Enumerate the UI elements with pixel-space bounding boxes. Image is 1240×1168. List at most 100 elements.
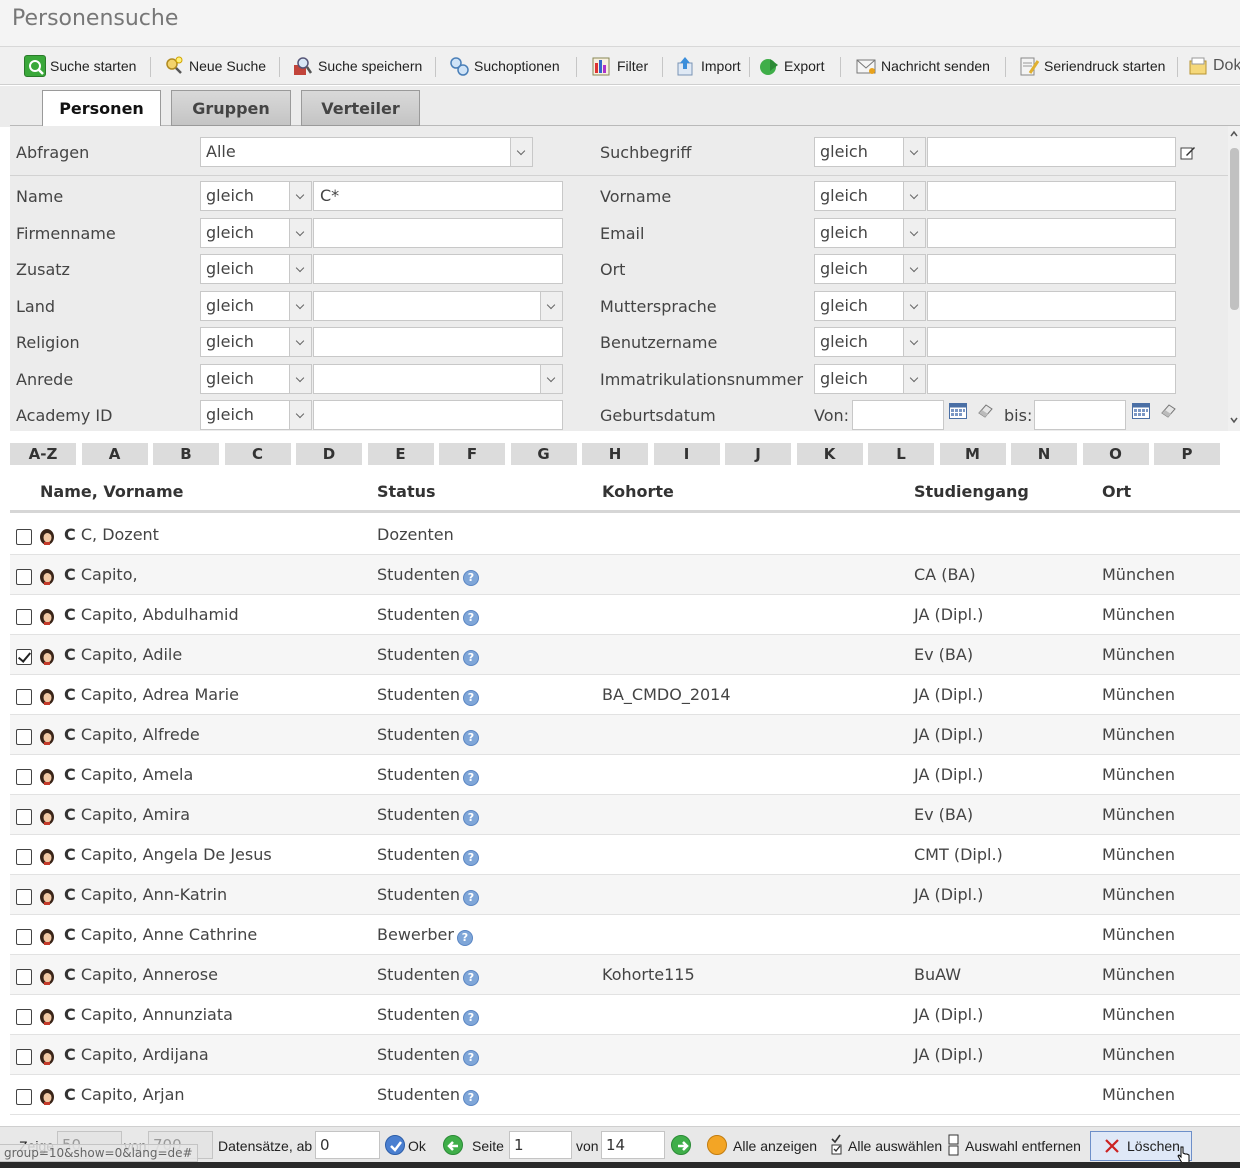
table-row[interactable]: C C, Dozent Dozenten <box>10 515 1240 555</box>
row-checkbox[interactable] <box>16 969 32 985</box>
tab-gruppen[interactable]: Gruppen <box>171 90 291 126</box>
city-op-select[interactable]: gleich <box>814 254 926 284</box>
table-row[interactable]: C Capito, Arjan Studenten? München <box>10 1075 1240 1115</box>
help-icon[interactable]: ? <box>462 690 479 706</box>
matriculation-op-select[interactable]: gleich <box>814 364 926 394</box>
username-op-select[interactable]: gleich <box>814 327 926 357</box>
row-checkbox[interactable] <box>16 609 32 625</box>
city-input[interactable] <box>927 254 1176 284</box>
cell-name[interactable]: C Capito, Amela <box>64 765 193 784</box>
help-icon[interactable]: ? <box>462 650 479 666</box>
import-button[interactable]: Import <box>675 53 741 79</box>
column-header-name[interactable]: Name, Vorname <box>40 482 183 501</box>
birthdate-to-input[interactable] <box>1034 400 1126 430</box>
start-record-input[interactable]: 0 <box>315 1131 380 1159</box>
cell-name[interactable]: C C, Dozent <box>64 525 159 544</box>
alphabet-letter[interactable]: G <box>510 443 577 465</box>
row-checkbox[interactable] <box>16 689 32 705</box>
help-icon[interactable]: ? <box>462 610 479 626</box>
salutation-select[interactable] <box>313 364 563 394</box>
table-row[interactable]: C Capito, Annunziata Studenten? JA (Dipl.)… <box>10 995 1240 1035</box>
column-header-status[interactable]: Status <box>377 482 436 501</box>
alphabet-letter[interactable]: D <box>296 443 362 465</box>
table-row[interactable]: C Capito, Adile Studenten? Ev (BA) München <box>10 635 1240 675</box>
eraser-icon[interactable] <box>1159 402 1177 418</box>
page-input[interactable]: 1 <box>509 1131 572 1159</box>
alphabet-letter[interactable]: F <box>439 443 505 465</box>
table-row[interactable]: C Capito, Studenten? CA (BA) München <box>10 555 1240 595</box>
matriculation-input[interactable] <box>927 364 1176 394</box>
alphabet-letter[interactable]: H <box>582 443 648 465</box>
checkbox-none-icon[interactable] <box>947 1133 961 1157</box>
search-start-button[interactable]: Suche starten <box>24 53 136 79</box>
help-icon[interactable]: ? <box>462 1090 479 1106</box>
help-icon[interactable]: ? <box>462 850 479 866</box>
company-op-select[interactable]: gleich <box>200 218 312 248</box>
email-input[interactable] <box>927 218 1176 248</box>
alphabet-letter[interactable]: L <box>868 443 934 465</box>
email-op-select[interactable]: gleich <box>814 218 926 248</box>
help-icon[interactable]: ? <box>462 890 479 906</box>
row-checkbox[interactable] <box>16 1009 32 1025</box>
religion-input[interactable] <box>313 327 563 357</box>
ok-check-icon[interactable] <box>385 1135 405 1155</box>
cell-name[interactable]: C Capito, Amira <box>64 805 190 824</box>
name-input[interactable]: C* <box>313 181 563 211</box>
row-checkbox[interactable] <box>16 849 32 865</box>
username-input[interactable] <box>927 327 1176 357</box>
search-term-op-select[interactable]: gleich <box>814 137 926 167</box>
prev-page-icon[interactable] <box>443 1135 463 1155</box>
table-row[interactable]: C Capito, Ardijana Studenten? JA (Dipl.) Mü… <box>10 1035 1240 1075</box>
mother-tongue-input[interactable] <box>927 291 1176 321</box>
queries-select[interactable]: Alle <box>200 137 533 167</box>
alphabet-letter[interactable]: C <box>224 443 291 465</box>
cell-name[interactable]: C Capito, Adrea Marie <box>64 685 239 704</box>
show-all-icon[interactable] <box>707 1135 727 1155</box>
country-op-select[interactable]: gleich <box>200 291 312 321</box>
help-icon[interactable]: ? <box>462 810 479 826</box>
table-row[interactable]: C Capito, Adrea Marie Studenten? BA_CMDO_2… <box>10 675 1240 715</box>
row-checkbox[interactable] <box>16 529 32 545</box>
mother-tongue-op-select[interactable]: gleich <box>814 291 926 321</box>
addition-input[interactable] <box>313 254 563 284</box>
table-row[interactable]: C Capito, Alfrede Studenten? JA (Dipl.) Mün… <box>10 715 1240 755</box>
cell-name[interactable]: C Capito, Abdulhamid <box>64 605 239 624</box>
academy-id-input[interactable] <box>313 400 563 430</box>
ok-button[interactable]: Ok <box>408 1138 426 1154</box>
row-checkbox[interactable] <box>16 889 32 905</box>
alphabet-letter[interactable]: M <box>939 443 1006 465</box>
firstname-op-select[interactable]: gleich <box>814 181 926 211</box>
cell-name[interactable]: C Capito, Angela De Jesus <box>64 845 272 864</box>
cell-name[interactable]: C Capito, Adile <box>64 645 182 664</box>
search-options-button[interactable]: Suchoptionen <box>448 53 560 79</box>
table-row[interactable]: C Capito, Ann-Katrin Studenten? JA (Dipl.)… <box>10 875 1240 915</box>
tab-personen[interactable]: Personen <box>42 90 161 127</box>
help-icon[interactable]: ? <box>462 570 479 586</box>
help-icon[interactable]: ? <box>462 770 479 786</box>
calendar-icon[interactable] <box>949 403 967 419</box>
export-button[interactable]: Export <box>758 53 824 79</box>
alphabet-letter[interactable]: J <box>725 443 791 465</box>
cell-name[interactable]: C Capito, Ann-Katrin <box>64 885 227 904</box>
new-search-button[interactable]: Neue Suche <box>163 53 266 79</box>
column-header-cohort[interactable]: Kohorte <box>602 482 674 501</box>
alphabet-letter[interactable]: O <box>1082 443 1149 465</box>
calendar-icon[interactable] <box>1132 403 1150 419</box>
documents-button[interactable]: Dok <box>1187 53 1240 79</box>
column-header-course[interactable]: Studiengang <box>914 482 1029 501</box>
cell-name[interactable]: C Capito, Anne Cathrine <box>64 925 257 944</box>
row-checkbox[interactable] <box>16 729 32 745</box>
cell-name[interactable]: C Capito, Alfrede <box>64 725 200 744</box>
row-checkbox[interactable] <box>16 1089 32 1105</box>
help-icon[interactable]: ? <box>462 1050 479 1066</box>
cell-name[interactable]: C Capito, <box>64 565 138 584</box>
table-row[interactable]: C Capito, Amela Studenten? JA (Dipl.) Münch… <box>10 755 1240 795</box>
row-checkbox[interactable] <box>16 769 32 785</box>
table-row[interactable]: C Capito, Amira Studenten? Ev (BA) München <box>10 795 1240 835</box>
form-scrollbar-thumb[interactable] <box>1230 148 1239 310</box>
alphabet-letter[interactable]: E <box>367 443 434 465</box>
birthdate-from-input[interactable] <box>852 400 944 430</box>
save-search-button[interactable]: Suche speichern <box>292 53 422 79</box>
search-term-input[interactable] <box>927 137 1176 167</box>
select-all-button[interactable]: Alle auswählen <box>848 1138 942 1154</box>
